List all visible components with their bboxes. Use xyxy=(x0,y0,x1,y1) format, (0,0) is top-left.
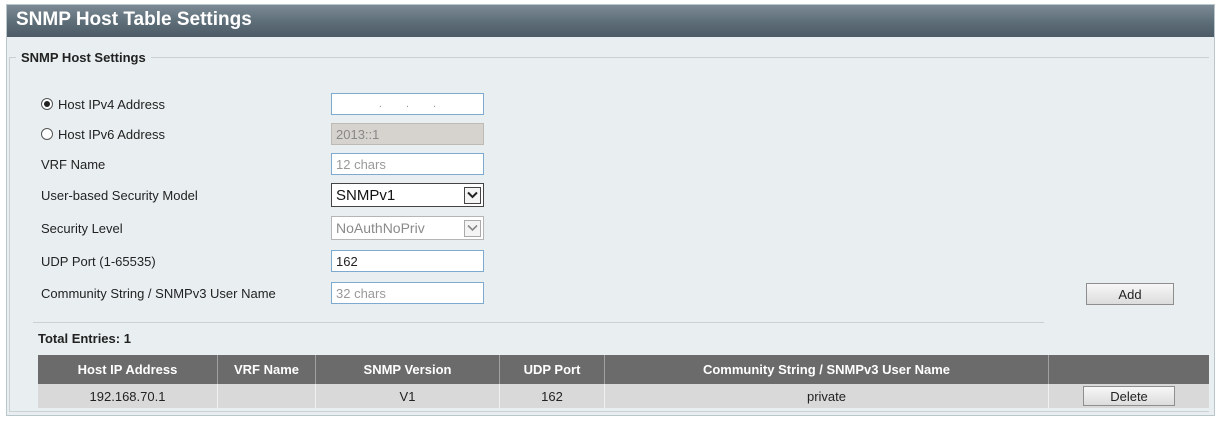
vrf-cell xyxy=(217,384,316,408)
column-header xyxy=(1048,355,1209,384)
version-cell: V1 xyxy=(315,384,500,408)
chevron-down-icon[interactable] xyxy=(464,186,481,204)
host-ipv4-label: Host IPv4 Address xyxy=(58,96,165,112)
table-header-row: Host IP Address VRF Name SNMP Version UD… xyxy=(38,355,1209,384)
host-ipv6-option[interactable]: Host IPv6 Address xyxy=(41,123,165,145)
host-ipv6-label: Host IPv6 Address xyxy=(58,126,165,142)
security-level-label: Security Level xyxy=(41,220,123,236)
udp-port-input[interactable] xyxy=(331,250,484,272)
delete-button[interactable]: Delete xyxy=(1083,386,1175,406)
column-header: VRF Name xyxy=(217,355,316,384)
community-cell: private xyxy=(604,384,1049,408)
udp-port-cell: 162 xyxy=(499,384,605,408)
security-model-value: SNMPv1 xyxy=(336,186,396,204)
community-label: Community String / SNMPv3 User Name xyxy=(41,285,276,301)
settings-legend: SNMP Host Settings xyxy=(16,50,151,65)
radio-icon[interactable] xyxy=(41,98,53,110)
vrf-name-input[interactable] xyxy=(331,153,484,175)
add-button[interactable]: Add xyxy=(1086,283,1174,305)
divider xyxy=(33,322,1044,323)
page-title: SNMP Host Table Settings xyxy=(7,5,1214,37)
table-row: 192.168.70.1 V1 162 private Delete xyxy=(38,384,1209,408)
host-ipv4-input[interactable]: . . . xyxy=(331,93,484,115)
radio-icon[interactable] xyxy=(41,128,53,140)
security-level-value: NoAuthNoPriv xyxy=(336,220,425,236)
community-input[interactable] xyxy=(331,282,484,304)
column-header: SNMP Version xyxy=(315,355,500,384)
total-entries: Total Entries: 1 xyxy=(38,331,131,346)
udp-port-label: UDP Port (1-65535) xyxy=(41,253,156,269)
vrf-name-label: VRF Name xyxy=(41,156,106,172)
column-header: UDP Port xyxy=(499,355,605,384)
host-ipv6-input[interactable] xyxy=(331,123,484,145)
security-level-select[interactable]: NoAuthNoPriv xyxy=(331,216,484,240)
security-model-label: User-based Security Model xyxy=(41,187,198,203)
chevron-down-icon[interactable] xyxy=(464,219,481,237)
host-ipv4-option[interactable]: Host IPv4 Address xyxy=(41,93,165,115)
security-model-select[interactable]: SNMPv1 xyxy=(331,183,484,207)
column-header: Host IP Address xyxy=(38,355,218,384)
column-header: Community String / SNMPv3 User Name xyxy=(604,355,1049,384)
action-cell: Delete xyxy=(1048,384,1209,408)
host-ip-cell: 192.168.70.1 xyxy=(38,384,218,408)
snmp-host-table: Host IP Address VRF Name SNMP Version UD… xyxy=(38,355,1209,408)
